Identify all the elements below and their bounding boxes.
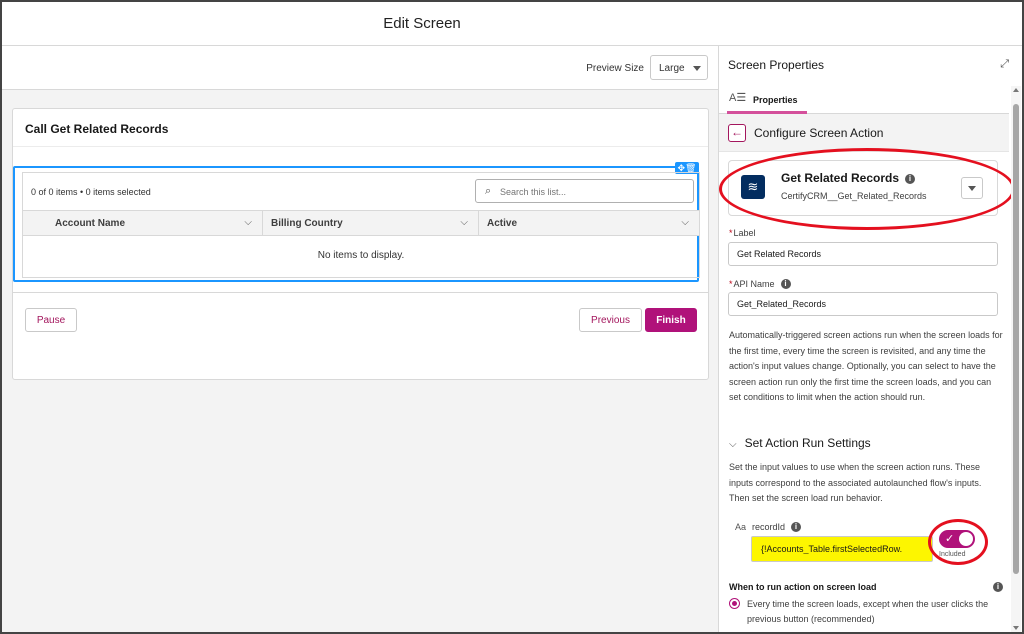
divider <box>13 146 708 147</box>
when-to-run-heading: When to run action on screen load <box>729 582 877 592</box>
search-input[interactable] <box>500 184 680 199</box>
footer-divider <box>13 292 708 293</box>
column-header-account-name[interactable]: Account Name ⌵ <box>23 211 263 235</box>
search-icon: ⌕ <box>485 185 492 197</box>
radio-button[interactable] <box>729 598 740 609</box>
param-label: Aa recordId i <box>735 522 802 532</box>
top-bar: Edit Screen <box>2 2 1022 46</box>
action-menu-button[interactable] <box>961 177 983 199</box>
tab-properties[interactable]: A☰ Properties <box>727 86 807 114</box>
chevron-down-icon: ⌵ <box>729 439 737 450</box>
previous-button[interactable]: Previous <box>579 308 642 332</box>
flow-icon: ≋ <box>741 175 765 199</box>
run-settings-toggle[interactable]: ⌵ Set Action Run Settings <box>729 436 871 450</box>
label-input[interactable] <box>728 242 998 266</box>
info-icon[interactable]: i <box>780 279 791 289</box>
finish-button[interactable]: Finish <box>645 308 697 332</box>
include-toggle[interactable]: ✓ <box>939 530 975 548</box>
section-title: Configure Screen Action <box>754 126 884 140</box>
api-name-input[interactable] <box>728 292 998 316</box>
panel-header: Screen Properties ⤢ <box>719 46 1022 86</box>
label-field-label: *Label <box>729 228 756 238</box>
preview-size-value: Large <box>659 63 685 74</box>
preview-size-select[interactable]: Large <box>650 55 708 80</box>
table-header: Account Name ⌵ Billing Country ⌵ Active … <box>23 210 699 236</box>
items-count: 0 of 0 items • 0 items selected <box>31 187 151 197</box>
expand-icon[interactable]: ⤢ <box>1000 58 1009 71</box>
column-header-active[interactable]: Active ⌵ <box>479 211 699 235</box>
column-header-billing-country[interactable]: Billing Country ⌵ <box>263 211 479 235</box>
action-description: Automatically-triggered screen actions r… <box>729 330 1003 403</box>
app-frame: Edit Screen Preview Size Large Call Get … <box>0 0 1024 634</box>
action-name: Get Related Records i <box>781 171 916 185</box>
pause-button[interactable]: Pause <box>25 308 77 332</box>
tab-bar: A☰ Properties <box>719 86 1009 114</box>
back-arrow-icon[interactable]: ← <box>728 124 746 142</box>
action-api-name: CertifyCRM__Get_Related_Records <box>781 191 927 201</box>
window-title: Edit Screen <box>383 15 461 32</box>
section-header: ← Configure Screen Action <box>719 114 1009 152</box>
check-icon: ✓ <box>945 533 955 545</box>
run-settings-description: Set the input values to use when the scr… <box>729 462 982 504</box>
section-title: Call Get Related Records <box>25 122 169 136</box>
info-icon[interactable]: i <box>993 582 1003 592</box>
properties-panel: Screen Properties ⤢ A☰ Properties ← Conf… <box>718 46 1022 632</box>
screen-canvas: Preview Size Large Call Get Related Reco… <box>2 46 718 632</box>
properties-icon: A☰ <box>729 92 747 104</box>
preview-size-label: Preview Size <box>586 63 644 74</box>
toggle-label: Included <box>939 551 966 558</box>
search-box[interactable]: ⌕ <box>475 179 694 203</box>
scroll-down-icon[interactable] <box>1013 626 1019 630</box>
panel-title: Screen Properties <box>728 58 825 72</box>
panel-scrollbar[interactable] <box>1011 86 1021 632</box>
scroll-up-icon[interactable] <box>1013 88 1019 92</box>
chevron-down-icon <box>693 66 701 71</box>
screen-action-card[interactable]: ≋ Get Related Records i CertifyCRM__Get_R… <box>728 160 998 216</box>
chevron-down-icon[interactable]: ⌵ <box>460 217 468 228</box>
record-id-input[interactable] <box>751 536 933 562</box>
toggle-knob <box>959 532 973 546</box>
screen-card: Call Get Related Records ✥🗑 0 of 0 items… <box>12 108 709 380</box>
empty-message: No items to display. <box>317 250 405 261</box>
text-type-icon: Aa <box>735 522 747 532</box>
chevron-down-icon <box>968 186 976 191</box>
chevron-down-icon[interactable]: ⌵ <box>244 217 252 228</box>
api-name-field-label: *API Name i <box>729 279 791 289</box>
info-icon[interactable]: i <box>905 174 916 184</box>
chevron-down-icon[interactable]: ⌵ <box>681 217 689 228</box>
data-table-component[interactable]: ✥🗑 0 of 0 items • 0 items selected ⌕ Acc… <box>13 162 700 282</box>
data-table: 0 of 0 items • 0 items selected ⌕ Accoun… <box>22 172 700 278</box>
info-icon[interactable]: i <box>791 522 802 532</box>
scroll-thumb[interactable] <box>1013 104 1019 574</box>
preview-bar: Preview Size Large <box>2 46 718 90</box>
